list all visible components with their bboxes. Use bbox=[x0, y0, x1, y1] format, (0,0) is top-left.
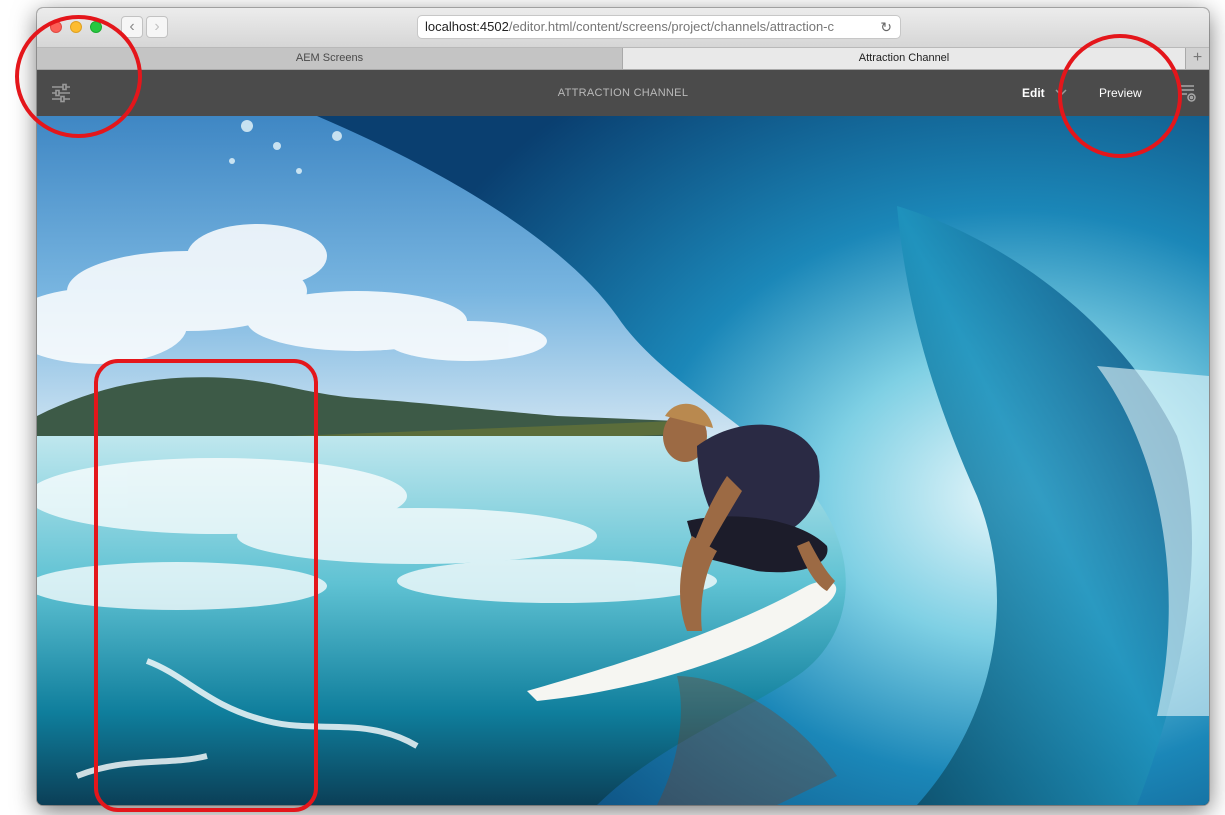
highlight-side-panel-toggle bbox=[15, 15, 142, 138]
editor-toolbar: ATTRACTION CHANNEL Edit Preview bbox=[37, 70, 1209, 116]
edit-mode-button[interactable]: Edit bbox=[1022, 70, 1045, 116]
browser-titlebar: ‹ › localhost:4502/editor.html/content/s… bbox=[37, 8, 1209, 48]
url-path: /editor.html/content/screens/project/cha… bbox=[508, 19, 835, 34]
reload-icon[interactable]: ↻ bbox=[880, 18, 892, 36]
highlight-content-area bbox=[94, 359, 318, 812]
url-host: localhost:4502 bbox=[425, 19, 509, 34]
address-bar[interactable]: localhost:4502/editor.html/content/scree… bbox=[417, 15, 901, 39]
new-tab-button[interactable]: + bbox=[1185, 48, 1209, 69]
tab-bar: AEM Screens Attraction Channel + bbox=[37, 48, 1209, 70]
highlight-preview-button bbox=[1058, 34, 1182, 158]
forward-button[interactable]: › bbox=[146, 16, 168, 38]
